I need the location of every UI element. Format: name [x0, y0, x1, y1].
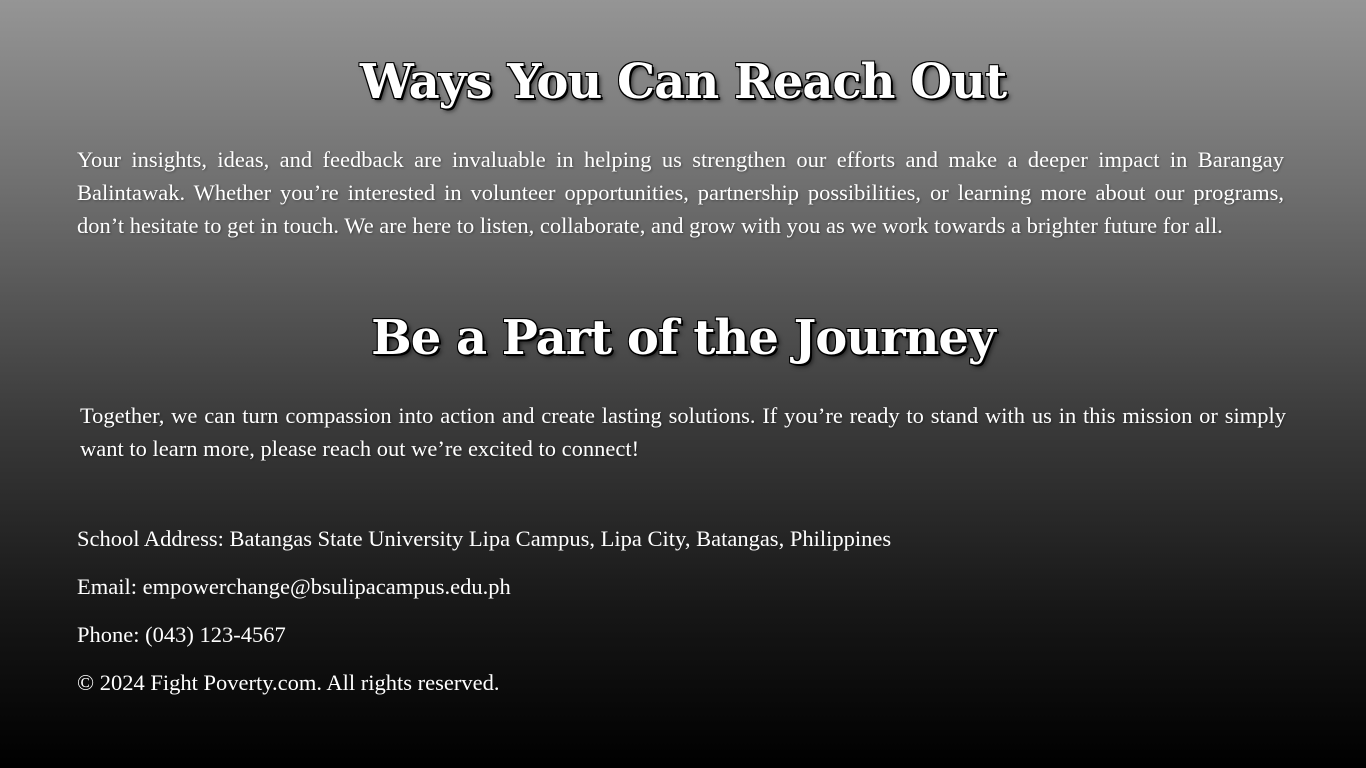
school-address: School Address: Batangas State Universit…	[77, 526, 892, 551]
journey-paragraph: Together, we can turn compassion into ac…	[80, 403, 1286, 461]
reach-out-paragraph: Your insights, ideas, and feedback are i…	[77, 147, 1284, 238]
reach-out-heading: Ways You Can Reach Out	[359, 54, 1007, 110]
copyright-notice: © 2024 Fight Poverty.com. All rights res…	[77, 670, 500, 695]
contact-page: Ways You Can Reach Out Your insights, id…	[0, 0, 1366, 768]
contact-email: Email: empowerchange@bsulipacampus.edu.p…	[77, 574, 511, 599]
journey-heading: Be a Part of the Journey	[371, 310, 996, 366]
contact-phone: Phone: (043) 123-4567	[77, 622, 286, 647]
